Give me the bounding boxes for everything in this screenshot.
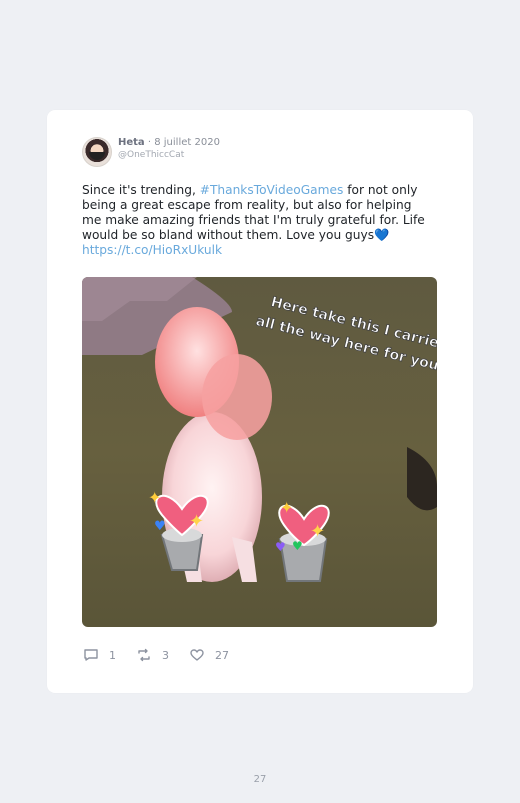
tweet-date[interactable]: 8 juillet 2020 (154, 137, 220, 148)
svg-text:♥: ♥ (275, 540, 286, 554)
meta-separator: · (144, 137, 155, 148)
retweet-button[interactable]: 3 (136, 648, 169, 662)
tweet-header: Heta · 8 juillet 2020 @OneThiccCat (82, 137, 220, 167)
retweet-icon (138, 648, 150, 662)
tweet-image[interactable]: ✦ ✦ ♥ ✦ ✦ ♥ ♥ Here take this I carried i… (82, 277, 437, 627)
hashtag-link[interactable]: #ThanksToVideoGames (200, 183, 344, 197)
reply-icon (84, 649, 98, 661)
media-link[interactable]: https://t.co/HioRxUkulk (82, 243, 222, 257)
avatar[interactable] (82, 137, 112, 167)
tweet-text: Since it's trending, #ThanksToVideoGames… (82, 183, 432, 258)
heart-icon (190, 649, 204, 661)
like-count: 27 (215, 648, 229, 662)
reply-button[interactable]: 1 (83, 648, 116, 662)
meme-image: ✦ ✦ ♥ ✦ ✦ ♥ ♥ Here take this I carried i… (82, 277, 437, 627)
tweet-card: Heta · 8 juillet 2020 @OneThiccCat Since… (47, 110, 473, 693)
tweet-text-part1: Since it's trending, (82, 183, 200, 197)
name-line: Heta · 8 juillet 2020 (118, 137, 220, 149)
page-number: 27 (253, 774, 267, 785)
like-button[interactable]: 27 (189, 648, 229, 662)
svg-text:✦: ✦ (148, 488, 161, 507)
svg-text:✦: ✦ (310, 521, 325, 542)
svg-text:✦: ✦ (280, 498, 293, 517)
retweet-count: 3 (162, 648, 169, 662)
svg-text:✦: ✦ (189, 511, 204, 532)
reply-count: 1 (109, 648, 116, 662)
tweet-actions: 1 3 27 (83, 648, 249, 662)
tweet-meta: Heta · 8 juillet 2020 @OneThiccCat (118, 137, 220, 161)
svg-text:♥: ♥ (154, 519, 166, 534)
svg-text:♥: ♥ (292, 539, 303, 553)
author-name[interactable]: Heta (118, 137, 145, 148)
author-handle[interactable]: @OneThiccCat (118, 149, 220, 161)
